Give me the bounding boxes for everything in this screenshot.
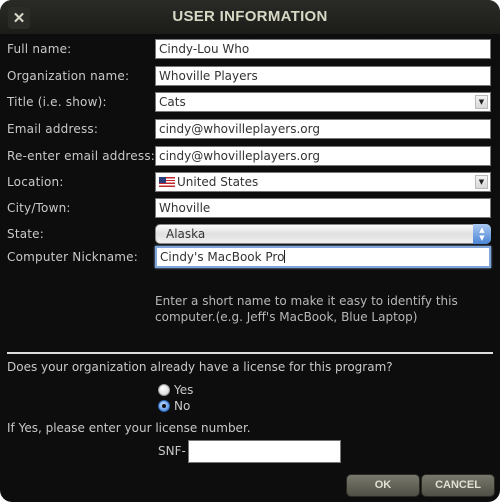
up-down-arrows-icon[interactable]: ▲ ▼ <box>473 224 491 244</box>
title-show-value: Cats <box>159 95 186 109</box>
full-name-field[interactable]: Cindy-Lou Who <box>155 39 491 59</box>
full-name-label: Full name: <box>7 42 72 56</box>
text-cursor <box>284 250 286 263</box>
license-number-field[interactable] <box>188 440 341 463</box>
license-prompt: If Yes, please enter your license number… <box>7 421 251 435</box>
nickname-field[interactable]: Cindy's MacBook Pro <box>155 246 491 268</box>
nickname-value: Cindy's MacBook Pro <box>160 250 285 264</box>
state-select[interactable]: Alaska ▲ ▼ <box>155 224 491 244</box>
nickname-help-text: Enter a short name to make it easy to id… <box>155 294 458 324</box>
title-bar: ✕ USER INFORMATION <box>0 0 500 34</box>
state-label: State: <box>7 227 45 241</box>
dialog-title: USER INFORMATION <box>172 8 328 25</box>
organization-field[interactable]: Whoville Players <box>155 66 491 86</box>
license-no-radio[interactable]: No <box>158 399 190 413</box>
location-value: United States <box>177 175 259 189</box>
us-flag-icon <box>159 177 175 187</box>
section-divider <box>7 352 493 354</box>
license-yes-radio[interactable]: Yes <box>158 383 193 397</box>
city-field[interactable]: Whoville <box>155 198 491 218</box>
email-label: Email address: <box>7 122 99 136</box>
state-value: Alaska <box>166 227 206 241</box>
location-select[interactable]: United States ▼ <box>155 172 491 192</box>
nickname-label: Computer Nickname: <box>7 250 139 264</box>
license-prefix: SNF- <box>158 444 186 458</box>
email-field[interactable]: cindy@whovilleplayers.org <box>155 119 491 139</box>
radio-unselected-icon <box>158 384 170 396</box>
cancel-button[interactable]: CANCEL <box>421 474 495 497</box>
title-show-select[interactable]: Cats ▼ <box>155 92 491 112</box>
dropdown-arrow-icon[interactable]: ▼ <box>475 175 488 189</box>
dropdown-arrow-icon[interactable]: ▼ <box>475 95 488 109</box>
organization-label: Organization name: <box>7 69 130 83</box>
email-confirm-field[interactable]: cindy@whovilleplayers.org <box>155 146 491 166</box>
city-label: City/Town: <box>7 201 71 215</box>
license-no-label: No <box>174 399 191 413</box>
radio-selected-icon <box>158 400 170 412</box>
license-yes-label: Yes <box>174 383 194 397</box>
license-question: Does your organization already have a li… <box>7 360 393 374</box>
ok-button[interactable]: OK <box>346 474 420 497</box>
email-confirm-label: Re-enter email address: <box>7 149 156 163</box>
location-label: Location: <box>7 175 64 189</box>
title-show-label: Title (i.e. show): <box>7 95 107 109</box>
user-information-dialog: ✕ USER INFORMATION Full name: Cindy-Lou … <box>0 0 500 502</box>
